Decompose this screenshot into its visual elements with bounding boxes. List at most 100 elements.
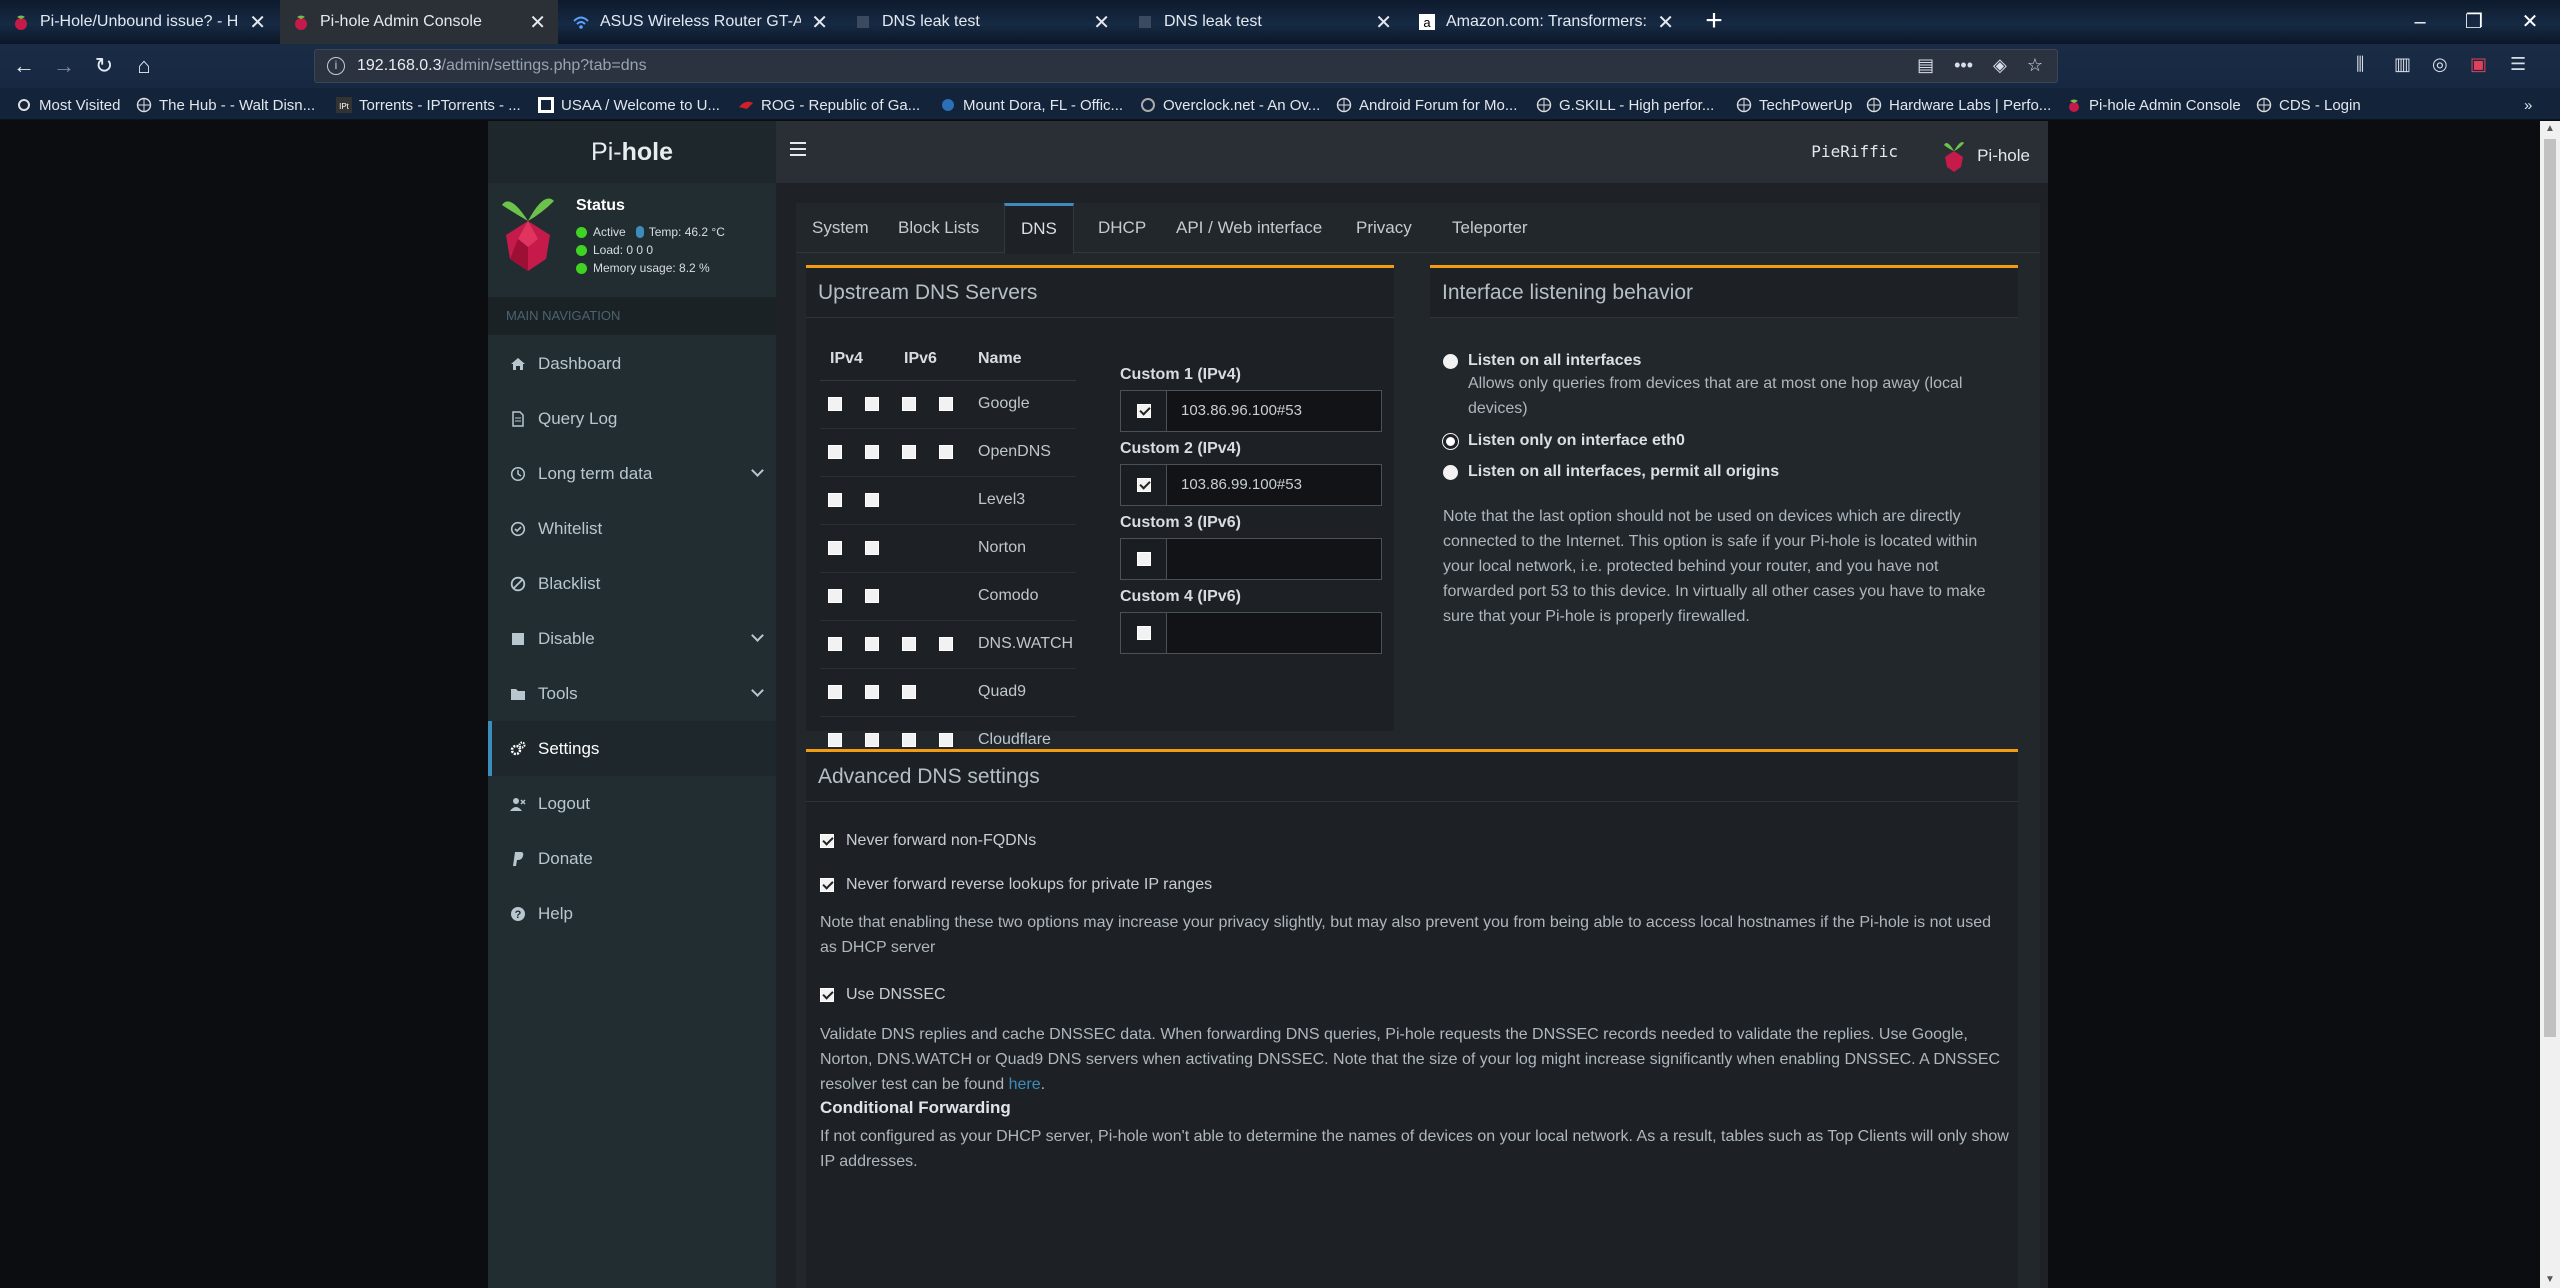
reader-view-icon[interactable]: ▤ [1917,55,1934,76]
close-icon[interactable]: ✕ [529,10,546,35]
bookmark-item[interactable]: ROG - Republic of Ga... [738,94,920,116]
close-icon[interactable]: ✕ [1657,10,1674,35]
ipv6-checkbox[interactable] [939,444,953,459]
info-icon[interactable]: i [327,57,345,75]
home-button[interactable]: ⌂ [128,50,160,82]
sidebar-item-help[interactable]: ? Help [488,886,776,941]
ipv4-checkbox[interactable] [865,444,879,459]
ipv4-checkbox[interactable] [828,684,842,699]
fqdn-checkbox[interactable] [820,834,834,848]
radio-button[interactable] [1443,354,1458,369]
tab-api-web-interface[interactable]: API / Web interface [1160,203,1338,253]
bookmark-item[interactable]: Android Forum for Mo... [1336,94,1517,116]
ipv4-checkbox[interactable] [828,492,842,507]
sidebar-item-whitelist[interactable]: Whitelist [488,501,776,556]
sidebar-item-logout[interactable]: Logout [488,776,776,831]
custom-2-checkbox[interactable] [1136,478,1151,492]
bookmark-star-icon[interactable]: ☆ [2027,55,2043,76]
sidebar-item-tools[interactable]: Tools [488,666,776,721]
pocket-icon[interactable]: ◈ [1993,55,2007,76]
bookmark-item[interactable]: CDS - Login [2256,94,2361,116]
browser-tab-5[interactable]: DNS leak test ✕ [1124,0,1404,44]
menu-icon[interactable]: ☰ [2510,54,2526,75]
browser-tab-1[interactable]: Pi-Hole/Unbound issue? - Help ✕ [0,0,278,44]
bookmark-item[interactable]: USAA / Welcome to U... [538,94,720,116]
option-bogus-priv[interactable]: Never forward reverse lookups for privat… [820,876,1212,894]
ipv4-checkbox[interactable] [865,492,879,507]
close-icon[interactable]: ✕ [1375,10,1392,35]
close-icon[interactable]: ✕ [811,10,828,35]
sidebar-item-long-term-data[interactable]: Long term data [488,446,776,501]
custom-2-input[interactable]: 103.86.99.100#53 [1167,465,1381,505]
user-menu[interactable]: Pi-hole [1943,139,2030,173]
ipv4-checkbox[interactable] [865,540,879,555]
ipv4-checkbox[interactable] [828,588,842,603]
ipv6-checkbox[interactable] [902,636,916,651]
bogus-priv-checkbox[interactable] [820,878,834,892]
browser-tab-4[interactable]: DNS leak test ✕ [842,0,1122,44]
dnssec-checkbox[interactable] [820,988,834,1002]
window-close-button[interactable]: ✕ [2504,0,2556,44]
page-actions-icon[interactable]: ••• [1954,55,1973,76]
ipv4-checkbox[interactable] [865,636,879,651]
tab-system[interactable]: System [796,203,885,253]
radio-listen-all-permit[interactable]: Listen on all interfaces, permit all ori… [1443,463,1779,481]
custom-1-input[interactable]: 103.86.96.100#53 [1167,391,1381,431]
sidebar-item-disable[interactable]: Disable [488,611,776,666]
bookmark-item[interactable]: Mount Dora, FL - Offic... [940,94,1123,116]
bookmark-item[interactable]: Hardware Labs | Perfo... [1866,94,2051,116]
extension-icon[interactable]: ◎ [2432,54,2448,75]
scroll-down-icon[interactable]: ▼ [2540,1272,2560,1288]
minimize-button[interactable]: – [2394,0,2446,44]
ipv4-checkbox[interactable] [828,540,842,555]
page-scrollbar[interactable]: ▲ ▼ [2540,121,2560,1288]
sidebar-item-settings[interactable]: Settings [488,721,776,776]
option-dnssec[interactable]: Use DNSSEC [820,986,946,1004]
library-icon[interactable]: ⫼ [2356,54,2364,75]
ipv4-checkbox[interactable] [865,588,879,603]
bookmark-item[interactable]: Pi-hole Admin Console [2066,94,2241,116]
ipv4-checkbox[interactable] [828,636,842,651]
scroll-up-icon[interactable]: ▲ [2540,121,2560,137]
custom-3-input[interactable] [1167,539,1381,579]
ipv4-checkbox[interactable] [865,396,879,411]
ipv6-checkbox[interactable] [939,733,953,748]
tab-privacy[interactable]: Privacy [1340,203,1428,253]
ipv6-checkbox[interactable] [902,733,916,748]
dnssec-test-link[interactable]: here [1009,1076,1041,1093]
reload-button[interactable]: ↻ [88,50,120,82]
custom-3-checkbox[interactable] [1136,552,1151,566]
sidebar-item-dashboard[interactable]: Dashboard [488,336,776,391]
radio-button[interactable] [1443,465,1458,480]
ipv4-checkbox[interactable] [865,733,879,748]
ipv4-checkbox[interactable] [828,444,842,459]
url-bar[interactable]: i 192.168.0.3/admin/settings.php?tab=dns… [314,49,2058,83]
radio-listen-all[interactable]: Listen on all interfaces Allows only quer… [1443,352,2018,421]
new-tab-button[interactable]: + [1696,4,1732,40]
bookmark-item[interactable]: G.SKILL - High perfor... [1536,94,1714,116]
radio-listen-eth0[interactable]: Listen only on interface eth0 [1443,432,1685,450]
ipv6-checkbox[interactable] [902,396,916,411]
ipv6-checkbox[interactable] [939,636,953,651]
back-button[interactable]: ← [8,50,40,82]
url-text[interactable]: 192.168.0.3/admin/settings.php?tab=dns [357,57,647,75]
radio-button-selected[interactable] [1443,434,1458,449]
ipv6-checkbox[interactable] [902,444,916,459]
sidebar-item-query-log[interactable]: Query Log [488,391,776,446]
ipv4-checkbox[interactable] [865,684,879,699]
app-logo[interactable]: Pi-hole [488,121,776,183]
custom-1-checkbox[interactable] [1136,404,1151,418]
restore-button[interactable]: ❐ [2448,0,2500,44]
close-icon[interactable]: ✕ [1093,10,1110,35]
tab-block-lists[interactable]: Block Lists [882,203,995,253]
bookmark-item[interactable]: The Hub - - Walt Disn... [136,94,315,116]
ipv6-checkbox[interactable] [939,396,953,411]
bookmarks-overflow-icon[interactable]: » [2524,94,2532,116]
tab-teleporter[interactable]: Teleporter [1436,203,1544,253]
ipv4-checkbox[interactable] [828,396,842,411]
tab-dhcp[interactable]: DHCP [1082,203,1162,253]
sidebar-toggle-icon[interactable]: ▥ [2394,54,2411,75]
browser-tab-3[interactable]: ASUS Wireless Router GT-AC5 ✕ [560,0,840,44]
option-never-forward-fqdn[interactable]: Never forward non-FQDNs [820,832,1036,850]
ipv4-checkbox[interactable] [828,733,842,748]
